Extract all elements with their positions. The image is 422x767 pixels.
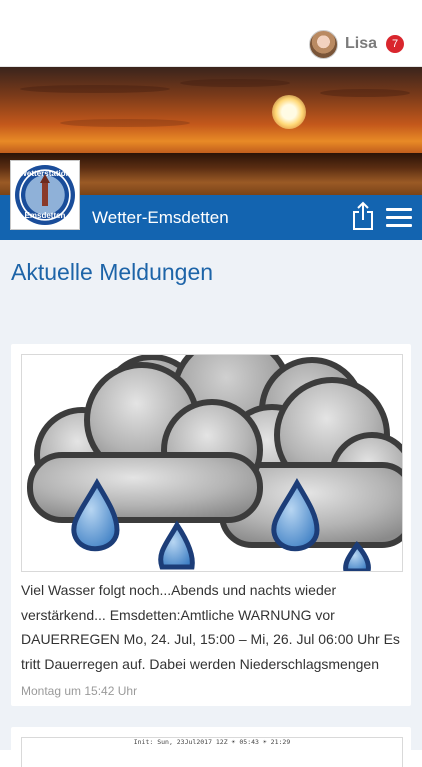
page-heading: Aktuelle Meldungen xyxy=(11,259,214,285)
menu-icon-bar xyxy=(386,224,412,227)
site-title[interactable]: Wetter-Emsdetten xyxy=(92,195,229,240)
church-tower-icon xyxy=(40,174,50,206)
notification-badge[interactable]: 7 xyxy=(386,35,404,53)
post-timestamp: Montag um 15:42 Uhr xyxy=(21,684,138,698)
post-card[interactable]: Viel Wasser folgt noch...Abends und nach… xyxy=(11,344,411,706)
menu-icon-bar xyxy=(386,208,412,211)
post-text[interactable]: Viel Wasser folgt noch...Abends und nach… xyxy=(21,578,403,676)
menu-icon-bar xyxy=(386,216,412,219)
cloud-streak xyxy=(320,89,410,97)
cloud-streak xyxy=(180,79,290,87)
share-icon xyxy=(353,201,373,230)
post-card[interactable]: Init: Sun, 23Jul2017 12Z ☀ 05:43 ☀ 21:29 xyxy=(11,727,411,767)
cloud-streak xyxy=(60,119,190,127)
top-bar: Lisa 7 xyxy=(0,0,422,67)
share-button[interactable] xyxy=(350,201,376,231)
station-logo-emblem: Wetterstation Emsdetten xyxy=(15,165,75,225)
avatar[interactable] xyxy=(308,29,338,59)
rain-clouds-illustration xyxy=(27,355,402,571)
cloud-streak xyxy=(20,85,170,93)
rain-clouds-icon[interactable] xyxy=(21,354,403,572)
user-profile[interactable]: Lisa 7 xyxy=(308,29,404,59)
station-logo[interactable]: Wetterstation Emsdetten xyxy=(10,160,80,230)
logo-text-bottom: Emsdetten xyxy=(24,211,66,220)
forecast-init-caption: Init: Sun, 23Jul2017 12Z ☀ 05:43 ☀ 21:29 xyxy=(133,738,291,746)
weather-forecast-chart-image[interactable]: Init: Sun, 23Jul2017 12Z ☀ 05:43 ☀ 21:29 xyxy=(21,737,403,767)
user-name[interactable]: Lisa xyxy=(345,35,377,53)
main-content: Aktuelle Meldungen Viel Wasser folgt noc… xyxy=(0,240,422,767)
hamburger-menu-button[interactable] xyxy=(386,208,412,228)
sun xyxy=(272,95,306,129)
